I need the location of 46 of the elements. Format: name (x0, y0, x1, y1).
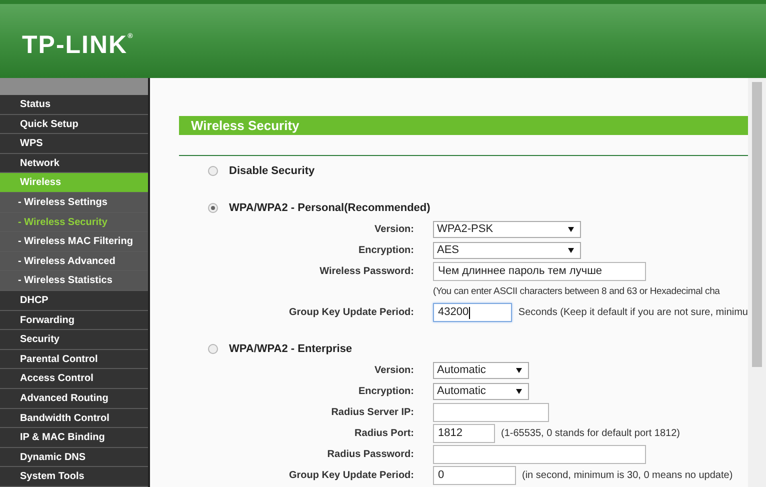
field-label: Encryption: (357, 244, 415, 258)
sidebar-item[interactable]: - Wireless Settings (0, 192, 148, 213)
field-note: Seconds (Keep it default if you are not sure, minimu (518, 306, 748, 320)
radio-button[interactable] (208, 166, 218, 176)
field-label: Encryption: (357, 385, 415, 399)
caret-icon (516, 368, 522, 373)
field-label: Radius Server IP: (330, 406, 415, 420)
field-label: Wireless Password: (318, 265, 415, 279)
input-field[interactable]: 43200 (433, 303, 512, 322)
input-field[interactable]: 0 (433, 466, 516, 485)
field-note: (1-65535, 0 stands for default port 1812) (501, 427, 680, 441)
input-field[interactable] (433, 403, 549, 422)
input-field[interactable] (433, 445, 646, 464)
field-note: (in second, minimum is 30, 0 means no update) (522, 469, 733, 483)
hint-text: (You can enter ASCII characters between 8 and 63 or Hexadecimal cha (433, 284, 720, 299)
option-label: WPA/WPA2 - Personal(Recommended) (229, 200, 430, 216)
field-label: Group Key Update Period: (288, 306, 415, 320)
field-label: Version: (374, 364, 415, 378)
caret-icon (516, 389, 522, 394)
sidebar-item[interactable]: - Wireless Security (0, 212, 148, 232)
dropdown[interactable]: Automatic (433, 362, 529, 379)
option-label: Disable Security (229, 164, 315, 179)
radio-button[interactable] (208, 344, 218, 354)
caret-icon (568, 227, 574, 232)
sidebar-item[interactable]: Quick Setup (0, 114, 148, 134)
field-label: Version: (374, 223, 415, 237)
field-label: Radius Password: (326, 448, 415, 462)
sidebar-item[interactable]: - Wireless Statistics (0, 271, 148, 291)
sidebar-item[interactable]: Forwarding (0, 310, 148, 330)
dropdown[interactable]: AES (433, 242, 581, 259)
dropdown[interactable]: WPA2-PSK (433, 221, 581, 238)
scrollbar[interactable] (748, 78, 766, 487)
sidebar-item[interactable]: Dynamic DNS (0, 448, 148, 468)
field-label: Radius Port: (354, 427, 415, 441)
field-label: Group Key Update Period: (288, 469, 415, 483)
section-header: Wireless Security (179, 116, 748, 135)
option-label: WPA/WPA2 - Enterprise (229, 342, 352, 357)
sidebar-item[interactable]: - Wireless Advanced (0, 252, 148, 272)
radio-button[interactable] (208, 203, 218, 213)
input-field[interactable]: Чем длиннее пароль тем лучше (433, 262, 646, 281)
input-field[interactable]: 1812 (433, 424, 495, 443)
sidebar-item[interactable]: Bandwidth Control (0, 408, 148, 428)
sidebar-item[interactable]: Parental Control (0, 350, 148, 370)
dropdown[interactable]: Automatic (433, 383, 529, 400)
caret-icon (568, 248, 574, 253)
sidebar-item[interactable]: - Wireless MAC Filtering (0, 232, 148, 252)
